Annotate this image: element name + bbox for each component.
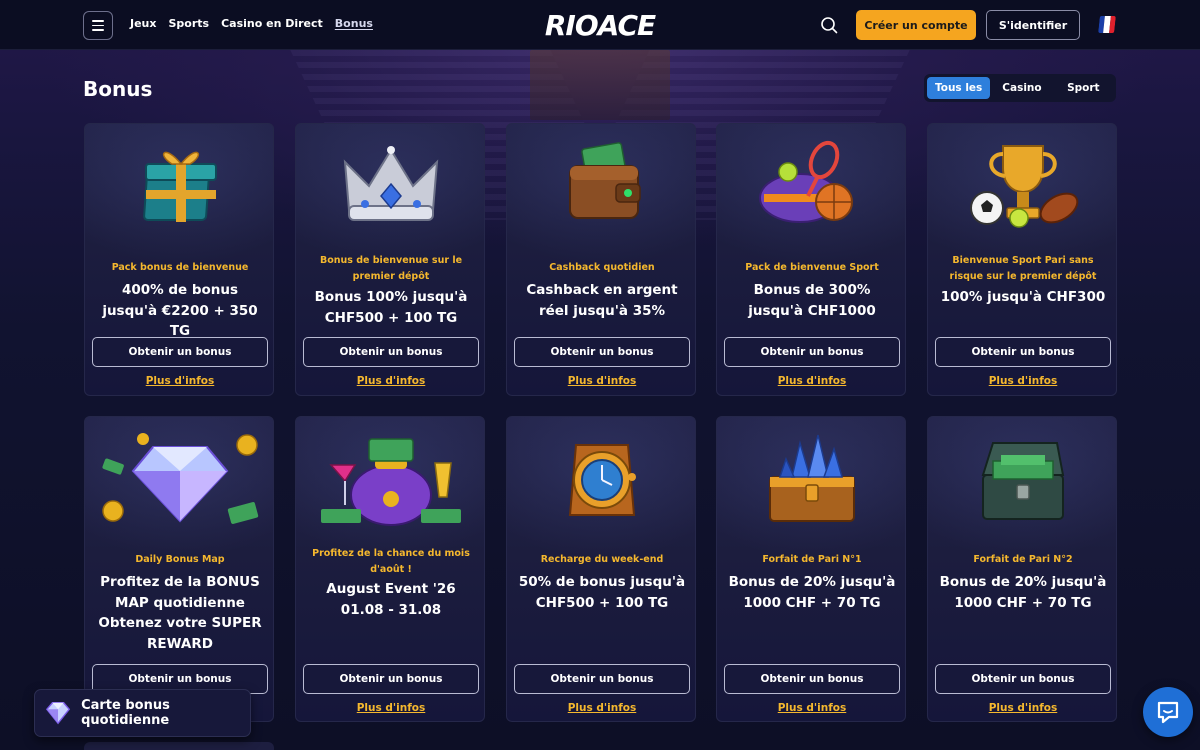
french-flag-icon[interactable] (1098, 16, 1116, 33)
more-info-link[interactable]: Plus d'infos (507, 702, 695, 714)
bonus-card: Pack bonus de bienvenue 400% de bonus ju… (84, 123, 274, 396)
money-bag-icon (321, 438, 461, 526)
bonus-card: Bienvenue Sport Pari sans risque sur le … (927, 123, 1117, 396)
more-info-link[interactable]: Plus d'infos (296, 375, 484, 387)
login-button[interactable]: S'identifier (986, 10, 1080, 40)
diamond-icon (45, 702, 71, 725)
card-category: Recharge du week-end (540, 554, 664, 565)
get-bonus-button[interactable]: Obtenir un bonus (92, 337, 268, 367)
tab-casino[interactable]: Casino (992, 77, 1051, 99)
search-icon[interactable] (820, 16, 838, 34)
daily-bonus-label: Carte bonus quotidienne (81, 698, 170, 728)
get-bonus-button[interactable]: Obtenir un bonus (514, 664, 690, 694)
menu-icon[interactable] (83, 11, 113, 40)
bonus-card: Forfait de Pari N°2 Bonus de 20% jusqu'à… (927, 416, 1117, 722)
card-title: Bonus de 20% jusqu'à 1000 CHF + 70 TG (939, 574, 1107, 611)
tab-sport[interactable]: Sport (1054, 77, 1113, 99)
chat-icon (1157, 701, 1179, 724)
nav-item-jeux[interactable]: Jeux (130, 17, 156, 30)
nav-item-sports[interactable]: Sports (168, 17, 209, 30)
get-bonus-button[interactable]: Obtenir un bonus (514, 337, 690, 367)
crown-icon (343, 146, 439, 221)
bonus-card: Cashback quotidien Cashback en argent ré… (506, 123, 696, 396)
crystal-chest-icon (769, 434, 855, 522)
card-title: Cashback en argent réel jusqu'à 35% (526, 282, 678, 319)
register-button[interactable]: Créer un compte (856, 10, 976, 40)
bonus-card: Recharge du week-end 50% de bonus jusqu'… (506, 416, 696, 722)
bonus-card: Forfait de Pari N°1 Bonus de 20% jusqu'à… (716, 416, 906, 722)
card-category: Bienvenue Sport Pari sans risque sur le … (949, 255, 1097, 282)
card-category: Forfait de Pari N°1 (762, 554, 862, 565)
more-info-link[interactable]: Plus d'infos (928, 375, 1116, 387)
page-title: Bonus (83, 77, 153, 101)
trophy-balls-icon (970, 145, 1079, 228)
nav-item-bonus[interactable]: Bonus (335, 17, 373, 30)
card-title: Bonus 100% jusqu'à CHF500 + 100 TG (314, 289, 468, 326)
more-info-link[interactable]: Plus d'infos (717, 702, 905, 714)
get-bonus-button[interactable]: Obtenir un bonus (935, 664, 1111, 694)
nav-item-casino-en-direct[interactable]: Casino en Direct (221, 17, 323, 30)
top-header: Jeux Sports Casino en Direct Bonus RIOAC… (0, 0, 1200, 50)
more-info-link[interactable]: Plus d'infos (85, 375, 273, 387)
bonus-card: Daily Bonus Map Profitez de la BONUS MAP… (84, 416, 274, 722)
wallet-icon (569, 142, 641, 219)
card-title: Bonus de 20% jusqu'à 1000 CHF + 70 TG (728, 574, 896, 611)
diamond-icon (102, 433, 259, 524)
card-title: Profitez de la BONUS MAP quotidienne Obt… (98, 574, 262, 652)
card-category: Bonus de bienvenue sur le premier dépôt (319, 255, 463, 282)
gift-box-icon (143, 151, 217, 222)
card-title: August Event '26 01.08 - 31.08 (326, 581, 456, 618)
card-category: Profitez de la chance du mois d'août ! (312, 548, 470, 575)
card-title: Bonus de 300% jusqu'à CHF1000 (748, 282, 876, 319)
card-title: 400% de bonus jusqu'à €2200 + 350 TG (102, 282, 258, 339)
watch-icon (568, 444, 636, 516)
get-bonus-button[interactable]: Obtenir un bonus (724, 664, 900, 694)
bonus-card: Profitez de la chance du mois d'août ! A… (295, 416, 485, 722)
bonus-card: Pack de bienvenue Sport Bonus de 300% ju… (716, 123, 906, 396)
cash-chest-icon (981, 442, 1065, 520)
chat-support-button[interactable] (1143, 687, 1193, 737)
card-title: 100% jusqu'à CHF300 (940, 289, 1106, 305)
card-category: Forfait de Pari N°2 (973, 554, 1073, 565)
main-nav: Jeux Sports Casino en Direct Bonus (130, 17, 373, 30)
more-info-link[interactable]: Plus d'infos (928, 702, 1116, 714)
get-bonus-button[interactable]: Obtenir un bonus (724, 337, 900, 367)
get-bonus-button[interactable]: Obtenir un bonus (303, 337, 479, 367)
bonus-filter: Tous les Casino Sport (924, 74, 1116, 102)
tab-tous-les[interactable]: Tous les (927, 77, 991, 99)
logo[interactable]: RIOACE (541, 6, 659, 44)
card-category: Daily Bonus Map (135, 554, 225, 565)
more-info-link[interactable]: Plus d'infos (296, 702, 484, 714)
sports-bag-icon (759, 140, 853, 223)
daily-bonus-card[interactable]: Carte bonus quotidienne (34, 689, 251, 737)
get-bonus-button[interactable]: Obtenir un bonus (303, 664, 479, 694)
card-category: Cashback quotidien (549, 262, 655, 273)
card-title: 50% de bonus jusqu'à CHF500 + 100 TG (518, 574, 686, 611)
more-info-link[interactable]: Plus d'infos (507, 375, 695, 387)
card-category: Pack bonus de bienvenue (111, 262, 249, 273)
background-door (530, 50, 670, 120)
bonus-card: Bonus de bienvenue sur le premier dépôt … (295, 123, 485, 396)
card-category: Pack de bienvenue Sport (745, 262, 879, 273)
more-info-link[interactable]: Plus d'infos (717, 375, 905, 387)
bonus-card-partial (84, 742, 274, 750)
get-bonus-button[interactable]: Obtenir un bonus (935, 337, 1111, 367)
